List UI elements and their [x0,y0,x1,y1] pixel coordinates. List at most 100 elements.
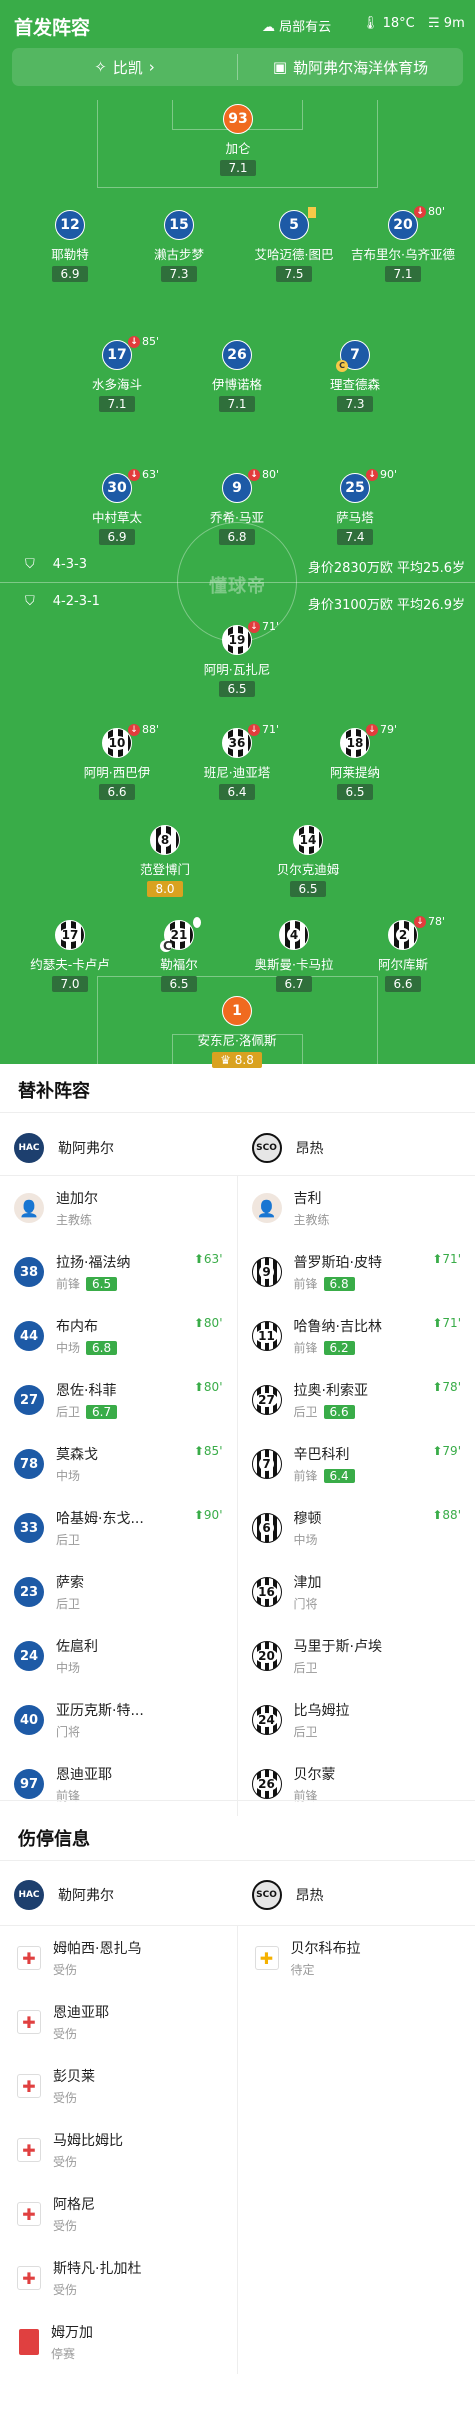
injury-status: 受伤 [53,2155,78,2169]
sub-out-icon: ↓ [413,915,426,928]
sub-player[interactable]: 7 辛巴科利 前锋 6.4 ⬆79' [238,1432,475,1496]
player-away-attacking-mid[interactable]: 36 ↓ 71' 班尼·迪亚塔 6.4 [182,723,292,800]
jersey-number: 7 [259,1457,274,1471]
player-home-defender[interactable]: 20 ↓ 80' 吉布里尔·乌齐亚德 7.1 [348,205,458,282]
sub-player[interactable]: 6 穆顿 中场 ⬆88' [238,1496,475,1560]
player-rating: 7.1 [385,266,421,282]
player-home-forward[interactable]: 9 ↓ 80' 乔希·马亚 6.8 [182,468,292,545]
player-position: 后卫 [56,1597,81,1611]
sub-player[interactable]: 78 莫森戈 中场 ⬆85' [0,1432,238,1496]
injured-player[interactable]: ✚ 阿格尼 受伤 [0,2182,238,2246]
player-away-attacking-mid[interactable]: 18 ↓ 79' 阿莱提纳 6.5 [300,723,410,800]
injured-player[interactable]: ✚ 姆帕西·恩扎乌 受伤 [0,1926,238,1990]
away-team-label[interactable]: SCO 昂热 [238,1130,475,1166]
sub-player[interactable]: 27 拉奥·利索亚 后卫 6.6 ⬆78' [238,1368,475,1432]
sub-out-indicator: ↓ 71' [247,723,279,736]
referee-button[interactable]: ✧ 比凯 › [12,48,237,86]
sub-player[interactable]: 44 布内布 中场 6.8 ⬆80' [0,1304,238,1368]
player-home-defender[interactable]: 12 耶勒特 6.9 [15,210,125,282]
player-home-defender[interactable]: 15 濑古步梦 7.3 [124,210,234,282]
sub-in-time: ⬆71' [432,1252,461,1266]
injured-player[interactable]: ✚ 贝尔科布拉 待定 [238,1926,475,1990]
sub-player[interactable]: 9 普罗斯珀·皮特 前锋 6.8 ⬆71' [238,1240,475,1304]
player-away-defender[interactable]: 17 约瑟夫-卡卢卢 7.0 [15,920,125,992]
medical-cross-icon: ✚ [254,1946,279,1970]
player-name: 阿明·瓦扎尼 [203,662,271,677]
player-home-midfielder[interactable]: 26 伊博诺格 7.1 [182,340,292,412]
jersey-number: 27 [14,1385,44,1415]
away-team-label[interactable]: SCO 昂热 [238,1877,475,1913]
sub-player[interactable]: 26 贝尔蒙 前锋 [238,1752,475,1816]
sub-player[interactable]: 40 亚历克斯·特... 门将 [0,1688,238,1752]
home-team-label[interactable]: HAC 勒阿弗尔 [0,1130,238,1166]
coach-home[interactable]: 👤 迪加尔 主教练 [0,1176,238,1240]
jersey-number: 4 [286,928,302,942]
player-name: 贝尔克迪姆 [276,862,340,877]
player-away-attacking-mid[interactable]: 10 ↓ 88' 阿明·西巴伊 6.6 [62,723,172,800]
player-home-forward[interactable]: 30 ↓ 63' 中村草太 6.9 [62,468,172,545]
injured-player[interactable]: ✚ 马姆比姆比 受伤 [0,2118,238,2182]
sub-in-icon: ⬆ [193,1508,204,1522]
sub-player[interactable]: 23 萨索 后卫 [0,1560,238,1624]
player-name: 贝尔科布拉 [290,1941,361,1957]
player-away-defender[interactable]: 2 ↓ 78' 阿尔库斯 6.6 [348,915,458,992]
sub-player[interactable]: 24 佐扈利 中场 [0,1624,238,1688]
home-team-name: 勒阿弗尔 [58,1888,114,1904]
player-name: 津加 [293,1575,322,1591]
player-home-forward[interactable]: 25 ↓ 90' 萨马塔 7.4 [300,468,410,545]
sub-time: 80' [261,468,279,481]
injury-section-title: 伤停信息 [18,1829,90,1850]
player-home-midfielder[interactable]: 7C 理查德森 7.3 [300,340,410,412]
injured-player[interactable]: ✚ 恩迪亚耶 受伤 [0,1990,238,2054]
sub-out-indicator: ↓ 79' [365,723,397,736]
sub-in-icon: ⬆ [193,1444,204,1458]
sub-player[interactable]: 97 恩迪亚耶 前锋 [0,1752,238,1816]
referee-name: 比凯 [112,58,143,77]
medical-cross-icon: ✚ [17,2010,41,2034]
empty-cell [238,1990,475,2054]
player-away-gk[interactable]: 1 安东尼·洛佩斯 ♛ 8.8 [182,996,292,1068]
player-away-forward[interactable]: 19 ↓ 71' 阿明·瓦扎尼 6.5 [182,620,292,697]
player-away-defender[interactable]: 4 奥斯曼·卡马拉 6.7 [239,920,349,992]
jersey-number: 26 [222,340,252,370]
player-name: 哈基姆·东戈... [56,1511,144,1527]
player-home-midfielder[interactable]: 17 ↓ 85' 水多海斗 7.1 [62,335,172,412]
player-home-defender[interactable]: 5 艾哈迈德·图巴 7.5 [239,207,349,282]
injury-grid: ✚ 姆帕西·恩扎乌 受伤 ✚ 贝尔科布拉 待定 ✚ 恩迪亚耶 受伤 ✚ 彭贝莱 受伤 ✚ 马姆比姆… [0,1926,475,2374]
player-name: 安东尼·洛佩斯 [197,1033,277,1048]
coach-away[interactable]: 👤 吉利 主教练 [238,1176,475,1240]
sub-in-time: ⬆90' [193,1508,223,1522]
player-rating: 6.8 [323,1277,355,1291]
player-rating: 7.3 [161,266,197,282]
player-away-defensive-mid[interactable]: 14 贝尔克迪姆 6.5 [253,825,363,897]
sub-player[interactable]: 33 哈基姆·东戈... 后卫 ⬆90' [0,1496,238,1560]
player-away-defender[interactable]: 21 C 勒福尔 6.5 [124,917,234,992]
home-team-label[interactable]: HAC 勒阿弗尔 [0,1877,238,1913]
player-name: 马里于斯·卢埃 [293,1639,382,1655]
subs-grid: 👤 迪加尔 主教练 👤 吉利 主教练 38 拉扬·福法纳 前锋 6.5 ⬆63' 9 普罗斯珀·皮… [0,1176,475,1816]
player-position: 中场 [293,1533,318,1547]
injured-player[interactable]: ✚ 斯特凡·扎加杜 受伤 [0,2246,238,2310]
player-away-defensive-mid[interactable]: 8 范登博门 8.0 [110,825,220,897]
sub-time: 63' [141,468,159,481]
player-name: 恩佐·科菲 [56,1383,117,1399]
player-position: 门将 [293,1597,318,1611]
sub-player[interactable]: 24 比乌姆拉 后卫 [238,1688,475,1752]
jersey-number: 20 [255,1649,278,1663]
sub-in-time: ⬆80' [193,1380,223,1394]
player-position: 前锋 [56,1277,81,1291]
sub-out-indicator: ↓ 90' [365,468,397,481]
sub-in-icon: ⬆ [432,1508,443,1522]
player-position: 后卫 [293,1661,318,1675]
sub-player[interactable]: 27 恩佐·科菲 后卫 6.7 ⬆80' [0,1368,238,1432]
away-squad-value: 身价3100万欧 平均26.9岁 [307,598,465,613]
jersey-number: 36 [225,736,249,750]
injured-player[interactable]: ✚ 彭贝莱 受伤 [0,2054,238,2118]
sub-player[interactable]: 38 拉扬·福法纳 前锋 6.5 ⬆63' [0,1240,238,1304]
player-home-gk[interactable]: 93 加仑 7.1 [183,104,293,176]
suspended-player[interactable]: 姆万加 停赛 [0,2310,238,2374]
sub-player[interactable]: 16 津加 门将 [238,1560,475,1624]
player-rating: 7.1 [220,160,256,176]
sub-player[interactable]: 20 马里于斯·卢埃 后卫 [238,1624,475,1688]
sub-player[interactable]: 11 哈鲁纳·吉比林 前锋 6.2 ⬆71' [238,1304,475,1368]
